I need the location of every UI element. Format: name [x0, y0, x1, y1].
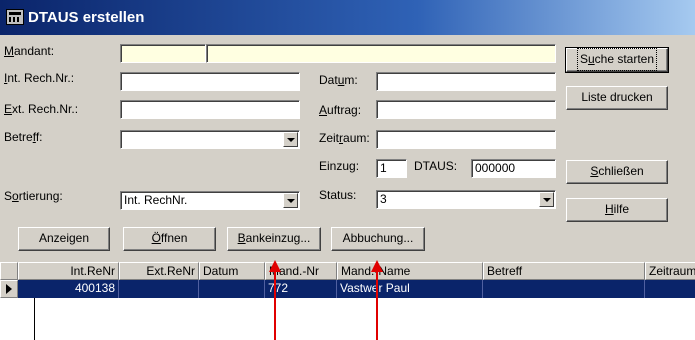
- chevron-down-icon[interactable]: [283, 193, 298, 208]
- calculator-icon: [6, 9, 24, 25]
- print-list-button[interactable]: Liste drucken: [566, 86, 668, 110]
- zeitraum-field[interactable]: [376, 130, 556, 149]
- column-header-datum[interactable]: Datum: [199, 262, 265, 280]
- column-header-zeitraum[interactable]: Zeitraum: [645, 262, 695, 280]
- betreff-dropdown[interactable]: [120, 130, 300, 149]
- sortierung-dropdown[interactable]: Int. RechNr.: [120, 191, 300, 210]
- column-header-mand-name[interactable]: Mand.-Name: [337, 262, 483, 280]
- int-rech-label: Int. Rech.Nr.:: [4, 71, 75, 85]
- cell-datum[interactable]: [199, 280, 265, 298]
- show-button[interactable]: Anzeigen: [18, 227, 110, 251]
- chevron-down-icon[interactable]: [539, 192, 554, 207]
- dtaus-field[interactable]: 000000: [471, 159, 556, 178]
- results-grid[interactable]: Int.ReNr Ext.ReNr Datum Mand.-Nr Mand.-N…: [0, 262, 695, 340]
- grid-divider: [34, 298, 35, 340]
- column-header-int-renr[interactable]: Int.ReNr: [18, 262, 119, 280]
- row-indicator-icon[interactable]: [0, 280, 18, 298]
- cell-int-renr[interactable]: 400138: [18, 280, 119, 298]
- betreff-label: Betreff:: [4, 130, 43, 144]
- int-rech-field[interactable]: [120, 72, 300, 91]
- grid-corner: [0, 262, 18, 280]
- cell-betreff[interactable]: [483, 280, 645, 298]
- einzug-field[interactable]: 1: [376, 159, 407, 178]
- help-button[interactable]: Hilfe: [566, 198, 668, 222]
- column-header-betreff[interactable]: Betreff: [483, 262, 645, 280]
- cell-zeitraum[interactable]: [645, 280, 695, 298]
- chevron-down-icon[interactable]: [283, 132, 298, 147]
- datum-field[interactable]: [376, 72, 556, 91]
- search-button[interactable]: Suche starten: [565, 47, 669, 73]
- dtaus-window: DTAUS erstellen Mandant: Int. Rech.Nr.: …: [0, 0, 695, 340]
- einzug-label: Einzug:: [319, 159, 360, 173]
- datum-label: Datum:: [319, 73, 358, 87]
- cell-mand-name[interactable]: Vastwer Paul: [337, 280, 483, 298]
- annotation-arrow-abbuchung: [371, 260, 383, 340]
- zeitraum-label: Zeitraum:: [319, 131, 370, 145]
- title-bar: DTAUS erstellen: [0, 0, 695, 35]
- mandant-nr-field[interactable]: [120, 44, 206, 63]
- sortierung-label: Sortierung:: [4, 189, 63, 203]
- direct-debit-button[interactable]: Abbuchung...: [331, 227, 425, 251]
- mandant-name-field[interactable]: [206, 44, 556, 63]
- dtaus-label: DTAUS:: [414, 159, 458, 173]
- open-button[interactable]: Öffnen: [123, 227, 216, 251]
- status-dropdown[interactable]: 3: [376, 190, 556, 209]
- mandant-label: Mandant:: [4, 44, 55, 58]
- auftrag-label: Auftrag:: [319, 103, 362, 117]
- column-header-ext-renr[interactable]: Ext.ReNr: [119, 262, 199, 280]
- window-title: DTAUS erstellen: [28, 9, 145, 26]
- ext-rech-field[interactable]: [120, 100, 300, 119]
- close-button[interactable]: Schließen: [566, 160, 668, 184]
- status-label: Status:: [319, 188, 357, 202]
- bank-debit-button[interactable]: Bankeinzug...: [227, 227, 321, 251]
- auftrag-field[interactable]: [376, 100, 556, 119]
- cell-ext-renr[interactable]: [119, 280, 199, 298]
- annotation-arrow-bankeinzug: [269, 260, 281, 340]
- ext-rech-label: Ext. Rech.Nr.:: [4, 102, 79, 116]
